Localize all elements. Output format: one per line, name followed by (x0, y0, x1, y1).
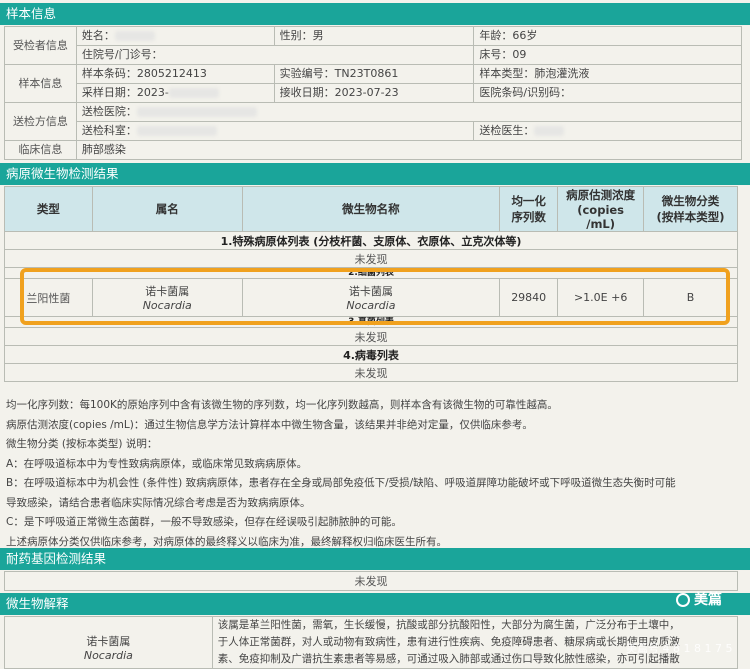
interpretation-section-header: 微生物解释 (0, 593, 750, 615)
group-virus: 4.病毒列表 (4, 345, 738, 364)
note-line: 病原估测浓度(copies /mL)：通过生物信息学方法计算样本中微生物含量，该… (6, 418, 533, 431)
group-special: 1.特殊病原体列表 (分枝杆菌、支原体、衣原体、立克次体等) (4, 231, 738, 250)
note-line: B：在呼吸道标本中为机会性 (条件性) 致病病原体，患者存在全身或局部免疫低下/… (6, 477, 676, 489)
col-microbe: 微生物名称 (241, 186, 501, 232)
pathogen-section-header: 病原微生物检测结果 (0, 163, 750, 185)
patient-name: 姓名： (75, 26, 275, 46)
section-title: 样本信息 (6, 6, 57, 21)
sender-label: 送检方信息 (4, 102, 77, 141)
sample-hospital-barcode: 医院条码/识别码： (473, 83, 742, 103)
patient-age: 年龄：66岁 (473, 26, 742, 46)
section-title: 微生物解释 (6, 596, 69, 611)
section-title: 病原微生物检测结果 (6, 166, 119, 181)
sample-label: 样本信息 (4, 64, 77, 103)
note-line: 均一化序列数：每100K的原始序列中含有该微生物的序列数，均一化序列数越高，则样… (6, 399, 558, 411)
sender-dept: 送检科室： (75, 121, 475, 141)
section-title: 耐药基因检测结果 (6, 551, 107, 566)
sample-section-header: 样本信息 (0, 3, 750, 25)
notes: 均一化序列数：每100K的原始序列中含有该微生物的序列数，均一化序列数越高，则样… (6, 396, 741, 552)
watermark-id: 美篇号 4 8 1 8 1 7 5 (626, 642, 733, 655)
resistance-result: 未发现 (4, 571, 738, 591)
patient-gender: 性别：男 (273, 26, 475, 46)
patient-inpatient-no: 住院号/门诊号： (75, 45, 475, 65)
sample-info-table: 受检者信息 姓名： 性别：男 年龄：66岁 住院号/门诊号： 床号：09 样本信… (4, 26, 743, 160)
highlight-box (20, 268, 730, 325)
col-genus: 属名 (91, 186, 243, 232)
sample-lab-no: 实验编号：TN23T0861 (273, 64, 475, 84)
note-line: C：是下呼吸道正常微生态菌群，一般不导致感染，但存在经误吸引起肺脓肿的可能。 (6, 516, 402, 528)
group-fungi-result: 未发现 (4, 327, 738, 346)
col-class: 微生物分类 (按样本类型) (643, 186, 738, 232)
meipian-logo-icon (676, 593, 690, 607)
col-concentration: 病原估测浓度 (copies /mL) (557, 186, 645, 232)
note-line: 导致感染，请结合患者临床实际情况综合考虑是否为致病病原体。 (6, 496, 311, 509)
sender-doctor: 送检医生： (473, 121, 742, 141)
sample-barcode: 样本条码：2805212413 (75, 64, 275, 84)
sample-collect-date: 采样日期：2023- (75, 83, 275, 103)
sample-type: 样本类型：肺泡灌洗液 (473, 64, 742, 84)
note-line: 微生物分类 (按标本类型) 说明： (6, 438, 158, 450)
sender-hospital: 送检医院： (75, 102, 743, 122)
col-norm-reads: 均一化 序列数 (499, 186, 559, 232)
col-type: 类型 (4, 186, 93, 232)
note-line: A：在呼吸道标本中为专性致病病原体，或临床常见致病病原体。 (6, 457, 308, 470)
sample-receive-date: 接收日期：2023-07-23 (273, 83, 475, 103)
group-special-result: 未发现 (4, 249, 738, 268)
watermark-brand: 美篇 (676, 589, 722, 609)
patient-label: 受检者信息 (4, 26, 77, 65)
patient-bed: 床号：09 (473, 45, 742, 65)
group-virus-result: 未发现 (4, 363, 738, 382)
interpretation-genus: 诺卡菌属 Nocardia (4, 616, 213, 669)
resistance-section-header: 耐药基因检测结果 (0, 548, 750, 570)
clinical-value: 肺部感染 (75, 140, 743, 160)
resistance-table: 未发现 (4, 571, 738, 591)
clinical-label: 临床信息 (4, 140, 77, 160)
